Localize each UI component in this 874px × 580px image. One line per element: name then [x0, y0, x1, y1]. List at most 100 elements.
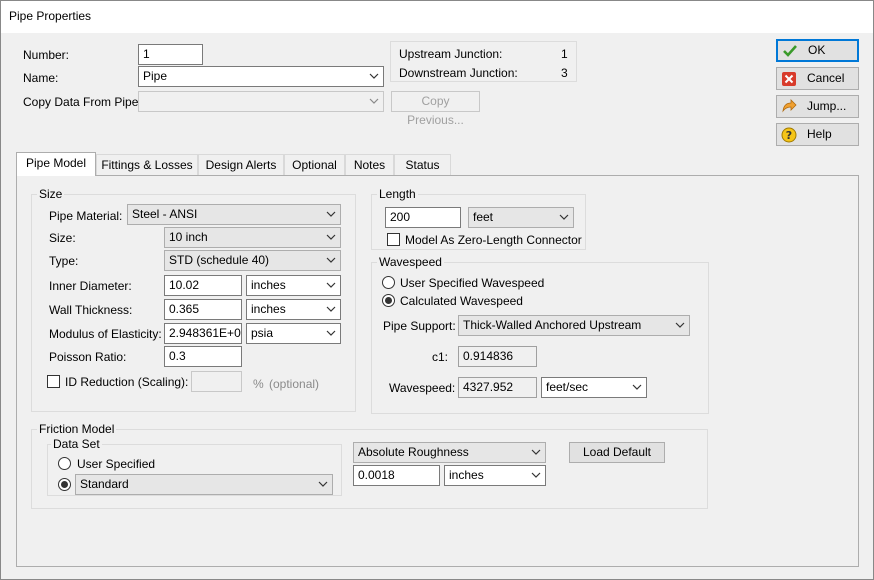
- svg-text:?: ?: [786, 129, 792, 142]
- wall-thickness-label: Wall Thickness:: [49, 303, 133, 317]
- modulus-label: Modulus of Elasticity:: [49, 327, 162, 341]
- chevron-down-icon: [326, 257, 336, 263]
- number-label: Number:: [23, 48, 70, 62]
- jump-arrow-icon: [782, 99, 797, 113]
- upstream-junction-value: 1: [561, 47, 568, 61]
- upstream-junction-label: Upstream Junction:: [399, 47, 503, 61]
- tab-design-alerts[interactable]: Design Alerts: [198, 154, 284, 175]
- wall-thickness-unit-combo[interactable]: inches: [246, 299, 341, 320]
- name-label: Name:: [23, 71, 59, 85]
- inner-diameter-input[interactable]: 10.02: [164, 275, 242, 296]
- wall-thickness-unit: inches: [251, 302, 286, 316]
- size-value: 10 inch: [169, 230, 208, 244]
- roughness-unit-combo[interactable]: inches: [444, 465, 546, 486]
- size-label: Size:: [49, 231, 76, 245]
- wavespeed-label: Wavespeed:: [389, 381, 456, 395]
- id-reduction-checkbox[interactable]: [47, 375, 60, 388]
- load-default-button[interactable]: Load Default: [569, 442, 665, 463]
- number-input[interactable]: 1: [138, 44, 203, 65]
- inner-diameter-label: Inner Diameter:: [49, 279, 132, 293]
- chevron-down-icon: [531, 472, 541, 478]
- jump-button[interactable]: Jump...: [776, 95, 859, 118]
- help-button[interactable]: ? Help: [776, 123, 859, 146]
- chevron-down-icon: [326, 330, 336, 336]
- user-specified-wavespeed-radio[interactable]: [382, 276, 395, 289]
- standard-friction-radio[interactable]: [58, 478, 71, 491]
- modulus-unit: psia: [251, 326, 274, 340]
- pipe-support-value: Thick-Walled Anchored Upstream: [463, 318, 642, 332]
- length-unit-combo[interactable]: feet: [468, 207, 574, 228]
- user-specified-friction-radio[interactable]: [58, 457, 71, 470]
- modulus-input[interactable]: 2.948361E+07: [164, 323, 242, 344]
- poisson-input[interactable]: 0.3: [164, 346, 242, 367]
- id-reduction-label: ID Reduction (Scaling):: [65, 375, 189, 389]
- length-unit: feet: [473, 210, 494, 224]
- length-input[interactable]: 200: [385, 207, 461, 228]
- chevron-down-icon: [632, 384, 642, 390]
- copy-previous-button[interactable]: Copy Previous...: [391, 91, 480, 127]
- wall-thickness-input[interactable]: 0.365: [164, 299, 242, 320]
- chevron-down-icon: [326, 306, 336, 312]
- jump-label: Jump...: [807, 99, 847, 113]
- roughness-type-combo[interactable]: Absolute Roughness: [353, 442, 546, 463]
- length-group-title: Length: [377, 187, 418, 201]
- pipe-support-label: Pipe Support:: [383, 319, 456, 333]
- wavespeed-unit-combo[interactable]: feet/sec: [541, 377, 647, 398]
- type-combo[interactable]: STD (schedule 40): [164, 250, 341, 271]
- inner-diameter-unit-combo[interactable]: inches: [246, 275, 341, 296]
- calculated-wavespeed-radio[interactable]: [382, 294, 395, 307]
- friction-model-title: Friction Model: [37, 422, 117, 436]
- zero-length-label: Model As Zero-Length Connector: [405, 233, 582, 247]
- junction-info-panel: Upstream Junction: 1 Downstream Junction…: [390, 41, 577, 82]
- type-label: Type:: [49, 254, 79, 268]
- pipe-support-combo[interactable]: Thick-Walled Anchored Upstream: [458, 315, 690, 336]
- tab-pipe-model[interactable]: Pipe Model: [16, 152, 96, 176]
- inner-diameter-unit: inches: [251, 278, 286, 292]
- title-bar: Pipe Properties: [1, 1, 873, 33]
- chevron-down-icon: [326, 211, 336, 217]
- pipe-material-combo[interactable]: Steel - ANSI: [127, 204, 341, 225]
- user-specified-friction-label: User Specified: [77, 457, 156, 471]
- close-icon: [782, 72, 796, 86]
- size-combo[interactable]: 10 inch: [164, 227, 341, 248]
- calculated-wavespeed-label: Calculated Wavespeed: [400, 294, 523, 308]
- chevron-down-icon: [675, 322, 685, 328]
- chevron-down-icon: [531, 449, 541, 455]
- data-set-title: Data Set: [51, 437, 102, 451]
- chevron-down-icon: [326, 234, 336, 240]
- wavespeed-value: 4327.952: [458, 377, 537, 398]
- c1-label: c1:: [432, 350, 449, 364]
- ok-label: OK: [808, 43, 826, 57]
- name-combo[interactable]: Pipe: [138, 66, 384, 87]
- wavespeed-unit: feet/sec: [546, 380, 589, 394]
- roughness-input[interactable]: 0.0018: [353, 465, 440, 486]
- cancel-label: Cancel: [807, 71, 845, 85]
- pipe-material-value: Steel - ANSI: [132, 207, 198, 221]
- chevron-down-icon: [318, 481, 328, 487]
- copy-data-label: Copy Data From Pipe...: [23, 95, 149, 109]
- cancel-button[interactable]: Cancel: [776, 67, 859, 90]
- zero-length-checkbox[interactable]: [387, 233, 400, 246]
- chevron-down-icon: [369, 98, 379, 104]
- tab-fittings-losses[interactable]: Fittings & Losses: [96, 154, 198, 175]
- tab-status[interactable]: Status: [394, 154, 451, 175]
- ok-button[interactable]: OK: [776, 39, 859, 62]
- checkmark-icon: [783, 45, 797, 57]
- copy-data-combo[interactable]: [138, 91, 384, 112]
- poisson-label: Poisson Ratio:: [49, 350, 127, 364]
- type-value: STD (schedule 40): [169, 253, 270, 267]
- pipe-material-label: Pipe Material:: [49, 209, 123, 223]
- wavespeed-group-title: Wavespeed: [377, 255, 444, 269]
- tab-optional[interactable]: Optional: [284, 154, 345, 175]
- id-reduction-input[interactable]: [191, 371, 242, 392]
- standard-dataset-combo[interactable]: Standard: [75, 474, 333, 495]
- tab-notes[interactable]: Notes: [345, 154, 394, 175]
- pipe-properties-dialog: Pipe Properties Number: 1 Name: Pipe Cop…: [0, 0, 874, 580]
- standard-dataset-value: Standard: [80, 477, 129, 491]
- downstream-junction-value: 3: [561, 66, 568, 80]
- c1-value: 0.914836: [458, 346, 537, 367]
- user-specified-wavespeed-label: User Specified Wavespeed: [400, 276, 545, 290]
- id-reduction-unit: %: [253, 377, 264, 391]
- modulus-unit-combo[interactable]: psia: [246, 323, 341, 344]
- roughness-unit: inches: [449, 468, 484, 482]
